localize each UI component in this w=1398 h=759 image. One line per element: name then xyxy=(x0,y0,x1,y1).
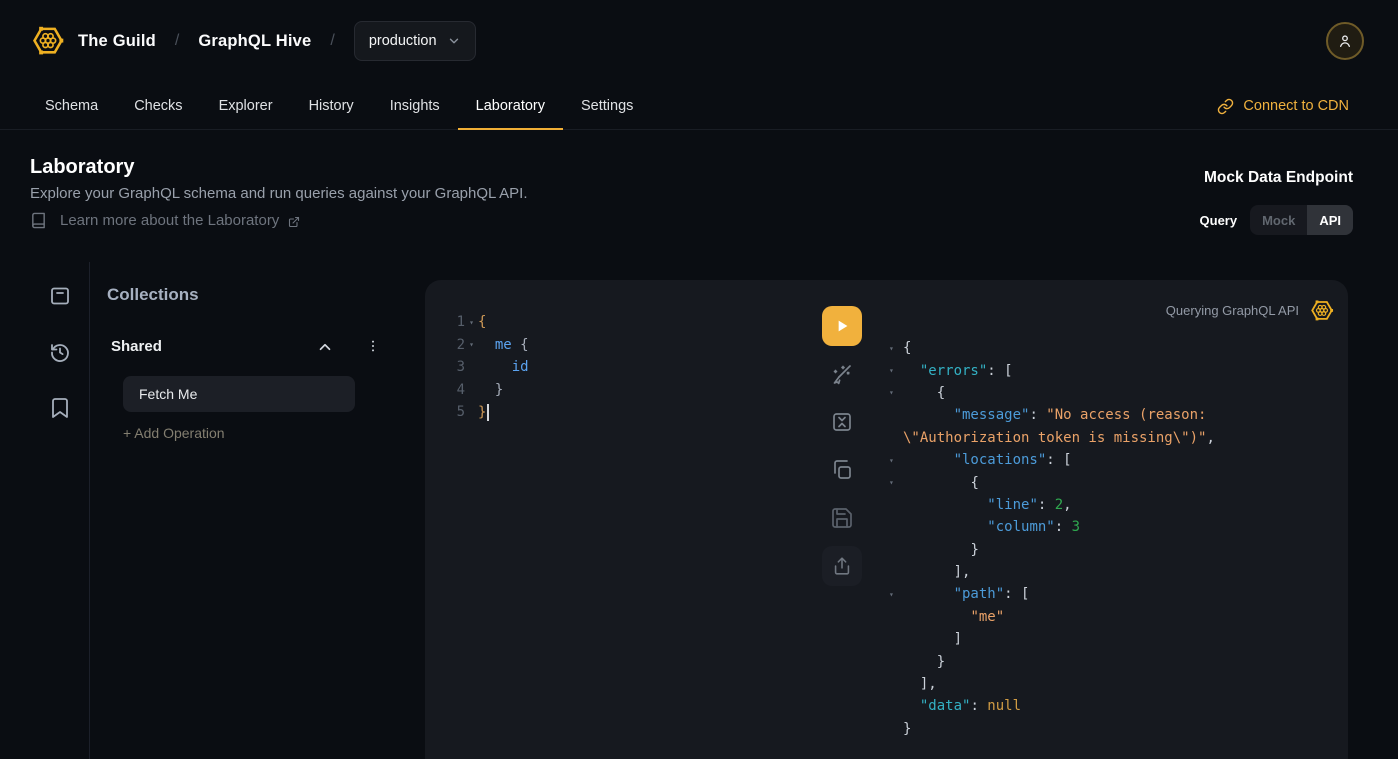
response-code-line: \"Authorization token is missing\")", xyxy=(889,427,1339,449)
hive-logo-icon xyxy=(1309,297,1335,324)
graphiql-panel: 1▾{2▾ me {3 id4 }5} xyxy=(425,280,1348,759)
response-code-line: ▾ "path": [ xyxy=(889,583,1339,605)
laboratory-sidebar xyxy=(0,262,90,759)
collections-title: Collections xyxy=(107,285,199,305)
tab-schema[interactable]: Schema xyxy=(27,82,116,129)
connect-to-cdn-button[interactable]: Connect to CDN xyxy=(1217,82,1349,130)
response-code-line: ▾ { xyxy=(889,471,1339,493)
query-code-line[interactable]: 4 } xyxy=(433,379,813,402)
tab-explorer[interactable]: Explorer xyxy=(201,82,291,129)
breadcrumb-org[interactable]: The Guild xyxy=(78,32,156,51)
target-selector-value: production xyxy=(369,33,437,49)
mock-endpoint-title: Mock Data Endpoint xyxy=(1204,169,1353,187)
fold-toggle-icon[interactable]: ▾ xyxy=(889,388,903,397)
user-avatar[interactable] xyxy=(1326,22,1364,60)
fold-toggle-icon[interactable]: ▾ xyxy=(465,340,478,349)
breadcrumb-project[interactable]: GraphQL Hive xyxy=(198,32,311,51)
endpoint-query-label: Query xyxy=(1200,213,1238,228)
response-viewer: ▾{▾ "errors": [▾ { "message": "No access… xyxy=(889,337,1339,740)
response-code-line: ], xyxy=(889,561,1339,583)
app-header: The Guild / GraphQL Hive / production xyxy=(0,0,1398,82)
book-icon xyxy=(30,212,47,229)
query-code-line[interactable]: 3 id xyxy=(433,356,813,379)
endpoint-option-api[interactable]: API xyxy=(1307,205,1353,235)
external-link-icon xyxy=(288,216,300,228)
response-code-line: ▾ { xyxy=(889,382,1339,404)
collections-panel-icon[interactable] xyxy=(48,284,72,308)
chevron-down-icon xyxy=(447,34,461,48)
response-code-line: ▾{ xyxy=(889,337,1339,359)
prettify-icon[interactable] xyxy=(830,362,854,386)
breadcrumb: The Guild / GraphQL Hive / production xyxy=(78,0,476,82)
project-nav: SchemaChecksExplorerHistoryInsightsLabor… xyxy=(0,82,1398,130)
query-code-line[interactable]: 2▾ me { xyxy=(433,334,813,357)
response-code-line: ], xyxy=(889,673,1339,695)
copy-query-icon[interactable] xyxy=(830,458,854,482)
learn-more-label: Learn more about the Laboratory xyxy=(60,212,279,229)
response-code-line: "message": "No access (reason: xyxy=(889,404,1339,426)
response-code-line: "data": null xyxy=(889,695,1339,717)
response-code-line: ▾ "errors": [ xyxy=(889,359,1339,381)
breadcrumb-separator: / xyxy=(330,32,334,50)
connect-to-cdn-label: Connect to CDN xyxy=(1243,98,1349,114)
response-endpoint-label: Querying GraphQL API xyxy=(1166,303,1299,318)
tab-history[interactable]: History xyxy=(291,82,372,129)
fold-toggle-icon[interactable]: ▾ xyxy=(889,590,903,599)
response-code-line: } xyxy=(889,650,1339,672)
fold-toggle-icon[interactable]: ▾ xyxy=(889,478,903,487)
tab-settings[interactable]: Settings xyxy=(563,82,651,129)
response-code-line: ▾ "locations": [ xyxy=(889,449,1339,471)
fold-toggle-icon[interactable]: ▾ xyxy=(889,456,903,465)
add-operation-button[interactable]: + Add Operation xyxy=(123,425,225,441)
endpoint-toggle-row: Query Mock API xyxy=(1200,205,1353,235)
response-code-line: "me" xyxy=(889,606,1339,628)
line-number: 1 xyxy=(433,314,465,330)
share-operation-button[interactable] xyxy=(822,546,862,586)
collection-group-shared[interactable]: Shared xyxy=(107,336,390,360)
tab-laboratory[interactable]: Laboratory xyxy=(458,82,563,129)
response-header: Querying GraphQL API xyxy=(1166,297,1335,324)
execute-query-button[interactable] xyxy=(822,306,862,346)
tab-insights[interactable]: Insights xyxy=(372,82,458,129)
endpoint-option-mock[interactable]: Mock xyxy=(1250,205,1307,235)
history-icon[interactable] xyxy=(48,340,72,364)
query-code-line[interactable]: 1▾{ xyxy=(433,311,813,334)
line-number: 4 xyxy=(433,382,465,398)
share-icon xyxy=(831,555,853,577)
play-icon xyxy=(832,316,852,336)
chevron-up-icon[interactable] xyxy=(316,338,334,356)
link-icon xyxy=(1217,98,1234,115)
target-selector-dropdown[interactable]: production xyxy=(354,21,476,61)
fold-toggle-icon[interactable]: ▾ xyxy=(889,344,903,353)
hive-logo-icon[interactable] xyxy=(30,22,66,60)
save-operation-icon[interactable] xyxy=(830,506,854,530)
bookmark-icon[interactable] xyxy=(48,396,72,420)
response-code-line: "line": 2, xyxy=(889,494,1339,516)
user-icon xyxy=(1337,33,1353,49)
response-code-line: } xyxy=(889,539,1339,561)
line-number: 3 xyxy=(433,359,465,375)
learn-more-link[interactable]: Learn more about the Laboratory xyxy=(30,212,300,229)
collection-item[interactable]: Fetch Me xyxy=(123,376,355,412)
tab-checks[interactable]: Checks xyxy=(116,82,200,129)
response-code-line: "column": 3 xyxy=(889,516,1339,538)
collection-item-list: Fetch Me xyxy=(123,376,355,412)
response-code-line: } xyxy=(889,718,1339,740)
text-cursor xyxy=(487,404,489,421)
collection-group-label: Shared xyxy=(111,338,162,355)
line-number: 2 xyxy=(433,337,465,353)
endpoint-segmented-control: Mock API xyxy=(1250,205,1353,235)
response-code-line: ] xyxy=(889,628,1339,650)
page-subtitle: Explore your GraphQL schema and run quer… xyxy=(30,185,528,202)
fold-toggle-icon[interactable]: ▾ xyxy=(889,366,903,375)
query-code-line[interactable]: 5} xyxy=(433,401,813,424)
kebab-menu-icon[interactable] xyxy=(365,338,381,356)
page-title: Laboratory xyxy=(30,156,134,179)
merge-fragments-icon[interactable] xyxy=(830,410,854,434)
query-editor[interactable]: 1▾{2▾ me {3 id4 }5} xyxy=(433,311,813,424)
line-number: 5 xyxy=(433,404,465,420)
nav-tabs: SchemaChecksExplorerHistoryInsightsLabor… xyxy=(27,82,651,129)
breadcrumb-separator: / xyxy=(175,32,179,50)
fold-toggle-icon[interactable]: ▾ xyxy=(465,318,478,327)
